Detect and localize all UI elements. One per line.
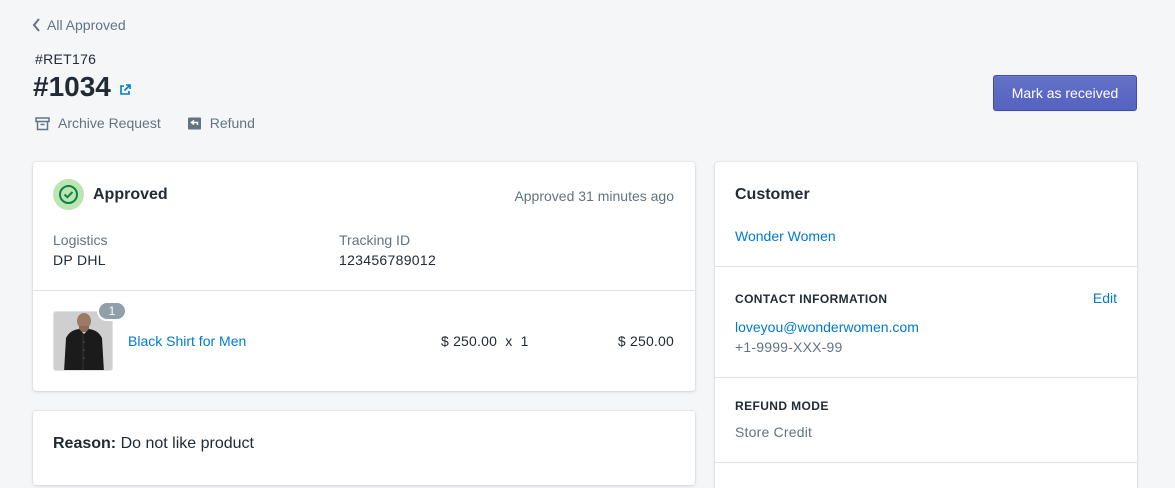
reason-card: Reason: Do not like product (33, 411, 695, 485)
product-price-quantity: $ 250.00 x 1 (441, 333, 529, 349)
shirt-image-icon (54, 312, 112, 370)
return-status-card: Approved Approved 31 minutes ago Logisti… (33, 162, 695, 391)
refund-mode-value: Store Credit (735, 424, 813, 440)
logistics-value: DP DHL (53, 252, 106, 268)
back-link[interactable]: All Approved (32, 17, 126, 33)
archive-icon (35, 116, 50, 130)
reason-text: Reason: Do not like product (53, 435, 254, 453)
customer-title: Customer (735, 186, 810, 203)
logistics-label: Logistics (53, 232, 108, 248)
header-actions: Archive Request Refund (35, 115, 255, 131)
reason-value: Do not like product (120, 435, 254, 452)
return-id: #RET176 (35, 51, 97, 67)
refund-button[interactable]: Refund (187, 115, 255, 131)
customer-card: Customer Wonder Women CONTACT INFORMATIO… (715, 162, 1137, 488)
refund-label: Refund (209, 115, 255, 131)
customer-phone: +1-9999-XXX-99 (735, 339, 843, 355)
tracking-id-label: Tracking ID (339, 232, 411, 248)
external-link-icon[interactable] (119, 84, 131, 96)
divider (715, 266, 1137, 267)
order-number: #1034 (33, 71, 111, 102)
product-link[interactable]: Black Shirt for Men (128, 333, 246, 349)
tracking-id-value: 123456789012 (339, 252, 437, 268)
status-time: Approved 31 minutes ago (514, 188, 674, 204)
status-label: Approved (93, 185, 168, 203)
edit-contact-button[interactable]: Edit (1093, 290, 1117, 306)
mark-as-received-button[interactable]: Mark as received (993, 75, 1137, 111)
reason-label: Reason: (53, 435, 117, 452)
contact-information-heading: CONTACT INFORMATION (735, 292, 888, 306)
chevron-left-icon (32, 18, 40, 32)
divider (715, 377, 1137, 378)
check-circle-icon (59, 185, 78, 204)
archive-request-button[interactable]: Archive Request (35, 115, 161, 131)
back-link-label: All Approved (47, 17, 126, 33)
product-total: $ 250.00 (617, 333, 674, 349)
status-badge (53, 179, 84, 210)
customer-name-link[interactable]: Wonder Women (735, 228, 836, 244)
customer-email-link[interactable]: loveyou@wonderwomen.com (735, 319, 919, 335)
page-title: #1034 (33, 71, 131, 103)
quantity-badge: 1 (97, 301, 127, 321)
refund-icon (187, 117, 201, 129)
divider (33, 290, 695, 291)
refund-mode-heading: REFUND MODE (735, 399, 829, 413)
divider (715, 462, 1137, 463)
status-header: Approved (53, 179, 168, 210)
archive-request-label: Archive Request (58, 115, 161, 131)
